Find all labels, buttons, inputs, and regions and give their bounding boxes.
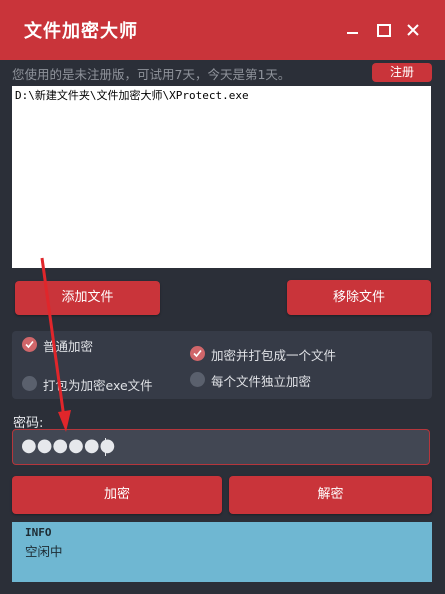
- annotation-arrow: [40, 257, 71, 432]
